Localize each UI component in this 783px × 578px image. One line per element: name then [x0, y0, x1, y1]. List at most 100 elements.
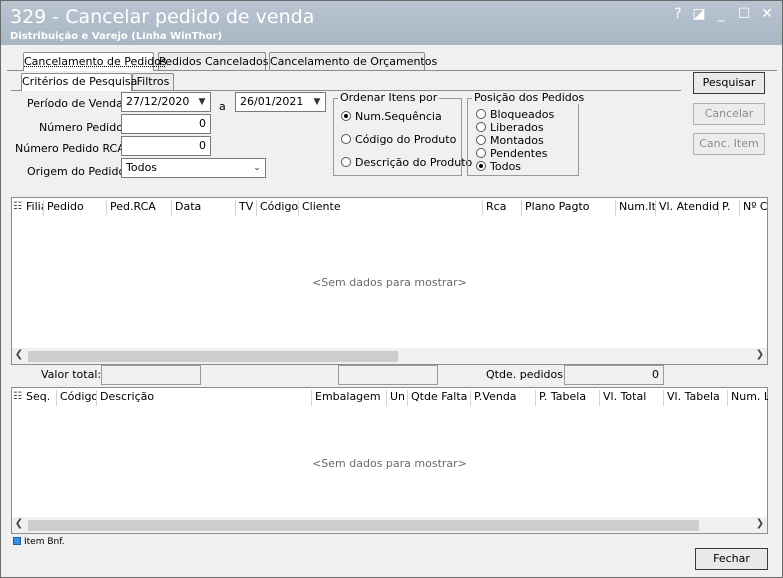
radio-descricao-produto[interactable]: Descrição do Produto: [341, 156, 472, 169]
radio-montados[interactable]: Montados: [476, 134, 544, 147]
qtde-pedidos-field: 0: [564, 365, 664, 385]
origem-select[interactable]: Todos ⌄: [121, 158, 266, 178]
date-to-value: 26/01/2021: [240, 95, 304, 108]
numero-pedido-input[interactable]: 0: [121, 114, 211, 134]
legend-swatch: [13, 537, 21, 545]
column-header[interactable]: Embalagem: [313, 390, 387, 406]
chevron-down-icon[interactable]: ▼: [196, 93, 208, 111]
pesquisar-button[interactable]: Pesquisar: [693, 72, 765, 94]
close-icon[interactable]: ✕: [758, 5, 776, 23]
column-header[interactable]: Qtde Falta: [409, 390, 471, 406]
radio-label: Montados: [490, 134, 544, 147]
valor-total-label: Valor total:: [41, 368, 102, 381]
numero-rca-input[interactable]: 0: [121, 136, 211, 156]
radio-dot: [341, 111, 351, 121]
date-separator: a: [219, 100, 226, 113]
column-header[interactable]: Seq.: [24, 390, 57, 406]
scroll-right-icon[interactable]: ❯: [753, 518, 767, 529]
orders-grid-header: ☷ Filia Pedido Ped.RCA Data TV Código Cl…: [12, 198, 768, 218]
fechar-button[interactable]: Fechar: [695, 548, 768, 570]
radio-label: Código do Produto: [355, 133, 457, 146]
posicao-title: Posição dos Pedidos: [472, 91, 587, 104]
numero-rca-label: Número Pedido RCA:: [15, 142, 129, 155]
valor-total-field: [101, 365, 201, 385]
column-header[interactable]: P. Tabela: [537, 390, 600, 406]
radio-pendentes[interactable]: Pendentes: [476, 147, 548, 160]
orders-grid[interactable]: ☷ Filia Pedido Ped.RCA Data TV Código Cl…: [11, 197, 768, 365]
app-window: 329 - Cancelar pedido de venda Distribui…: [0, 0, 783, 578]
help-icon[interactable]: ?: [669, 5, 687, 23]
restore-icon[interactable]: ◪: [690, 5, 708, 23]
column-menu-icon[interactable]: ☷: [13, 201, 22, 212]
chevron-down-icon[interactable]: ▼: [311, 93, 323, 111]
items-horizontal-scrollbar[interactable]: ❮ ❯: [12, 517, 767, 533]
tab-label: Critérios de Pesquisa: [22, 75, 138, 88]
column-header[interactable]: Vl. Total: [601, 390, 664, 406]
column-header[interactable]: TV: [237, 200, 257, 216]
orders-horizontal-scrollbar[interactable]: ❮ ❯: [12, 348, 767, 364]
column-menu-icon[interactable]: ☷: [13, 391, 22, 402]
column-header[interactable]: P.: [720, 200, 740, 216]
column-header[interactable]: Pedido: [45, 200, 107, 216]
column-header[interactable]: Plano Pagto: [523, 200, 616, 216]
radio-label: Bloqueados: [490, 108, 555, 121]
radio-liberados[interactable]: Liberados: [476, 121, 544, 134]
tab-pedidos-cancelados[interactable]: Pedidos Cancelados: [158, 52, 268, 71]
column-header[interactable]: Cliente: [300, 200, 483, 216]
column-header[interactable]: Un: [388, 390, 408, 406]
column-header[interactable]: Vl. Tabela: [665, 390, 728, 406]
legend-label: Item Bnf.: [24, 537, 65, 547]
column-header[interactable]: Código: [58, 390, 97, 406]
radio-label: Pendentes: [490, 147, 548, 160]
radio-dot: [476, 148, 486, 158]
window-subtitle: Distribuição e Varejo (Linha WinThor): [10, 31, 222, 42]
scroll-thumb[interactable]: [28, 351, 398, 362]
radio-todos[interactable]: Todos: [476, 160, 521, 173]
column-header[interactable]: Rca: [484, 200, 522, 216]
radio-label: Todos: [490, 160, 522, 173]
column-header[interactable]: Filia: [24, 200, 44, 216]
radio-num-sequencia[interactable]: Num.Sequência: [341, 110, 442, 123]
date-to-input[interactable]: 26/01/2021 ▼: [235, 92, 326, 112]
column-header[interactable]: Num. Lo: [729, 390, 768, 406]
tab-cancelamento-pedidos[interactable]: Cancelamento de Pedidos: [23, 52, 167, 71]
column-header[interactable]: Código: [258, 200, 299, 216]
legend-item-bnf: Item Bnf.: [13, 537, 65, 547]
qtde-pedidos-label: Qtde. pedidos:: [486, 368, 567, 381]
radio-codigo-produto[interactable]: Código do Produto: [341, 133, 456, 146]
chevron-down-icon[interactable]: ⌄: [251, 159, 263, 177]
tab-filtros[interactable]: Filtros: [132, 73, 174, 91]
cancelar-button[interactable]: Cancelar: [693, 103, 765, 125]
radio-dot: [341, 134, 351, 144]
radio-dot: [476, 135, 486, 145]
maximize-icon[interactable]: ☐: [735, 5, 753, 23]
scroll-left-icon[interactable]: ❮: [12, 349, 26, 360]
canc-item-button[interactable]: Canc. Item: [693, 133, 765, 155]
minimize-icon[interactable]: _: [712, 5, 730, 23]
items-grid[interactable]: ☷ Seq. Código Descrição Embalagem Un Qtd…: [11, 387, 768, 534]
column-header[interactable]: Descrição: [98, 390, 312, 406]
scroll-left-icon[interactable]: ❮: [12, 518, 26, 529]
column-header[interactable]: Nº Ca: [741, 200, 768, 216]
date-from-value: 27/12/2020: [126, 95, 190, 108]
ordenar-title: Ordenar Itens por: [338, 91, 440, 104]
window-title: 329 - Cancelar pedido de venda: [10, 6, 315, 28]
column-header[interactable]: Vl. Atendido: [657, 200, 719, 216]
column-header[interactable]: Data: [173, 200, 236, 216]
date-from-input[interactable]: 27/12/2020 ▼: [121, 92, 211, 112]
column-header[interactable]: P.Venda: [472, 390, 536, 406]
radio-dot: [476, 161, 486, 171]
column-header[interactable]: Ped.RCA: [108, 200, 172, 216]
radio-dot: [476, 109, 486, 119]
radio-bloqueados[interactable]: Bloqueados: [476, 108, 554, 121]
tab-criterios-pesquisa[interactable]: Critérios de Pesquisa: [21, 73, 137, 91]
tab-cancelamento-orcamentos[interactable]: Cancelamento de Orçamentos: [269, 52, 437, 71]
title-bar: 329 - Cancelar pedido de venda Distribui…: [1, 1, 782, 45]
items-empty-text: <Sem dados para mostrar>: [312, 457, 467, 470]
valor-total-secondary-field: [338, 365, 438, 385]
ordenar-group: Ordenar Itens por Num.Sequência Código d…: [333, 91, 472, 176]
scroll-thumb[interactable]: [28, 520, 699, 531]
scroll-right-icon[interactable]: ❯: [753, 349, 767, 360]
column-header[interactable]: Num.Ite: [617, 200, 656, 216]
origem-label: Origem do Pedido:: [27, 165, 129, 178]
